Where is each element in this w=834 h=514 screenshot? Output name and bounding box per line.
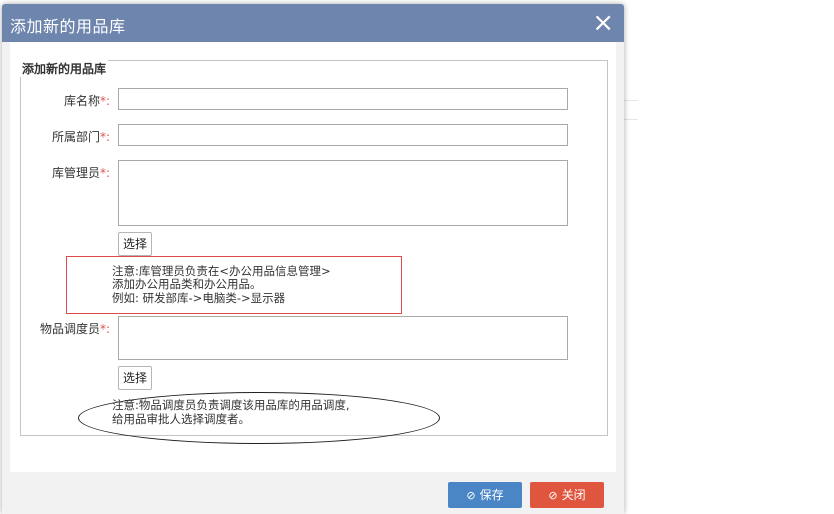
dialog-body: 添加新的用品库 库名称*: 所属部门*: 库管理员*: 选择 注意:库管理员负责… [10,42,616,472]
close-icon[interactable]: × [592,10,614,36]
library-name-input[interactable] [118,88,568,110]
select-dispatcher-button[interactable]: 选择 [118,366,152,390]
add-library-dialog: 添加新的用品库 × 添加新的用品库 库名称*: 所属部门*: 库管理员*: 选择… [2,4,624,514]
manager-note-line: 添加办公用品类和办公用品。 [112,277,262,291]
required-mark: *: [99,94,110,108]
required-mark: *: [99,130,110,144]
form-fieldset [20,60,608,436]
library-manager-textarea[interactable] [118,160,568,226]
required-mark: *: [99,322,110,336]
dispatcher-label: 物品调度员*: [39,322,110,336]
department-input[interactable] [118,124,568,146]
dispatcher-note-line: 注意:物品调度员负责调度该用品库的用品调度, [112,398,350,412]
background-area [624,0,834,514]
dialog-titlebar: 添加新的用品库 × [2,4,624,42]
save-button[interactable]: ⊘ 保存 [448,482,522,508]
dispatcher-note-line: 给用品审批人选择调度者。 [112,412,250,426]
library-name-label: 库名称*: [63,94,110,108]
select-manager-button[interactable]: 选择 [118,232,152,256]
save-icon: ⊘ [466,489,476,502]
manager-note-line: 例如: 研发部库->电脑类->显示器 [112,291,286,305]
manager-note-line: 注意:库管理员负责在<办公用品信息管理> [112,264,331,278]
close-button[interactable]: ⊘ 关闭 [530,482,604,508]
dialog-footer: ⊘ 保存 ⊘ 关闭 [2,472,624,514]
background-divider [624,119,638,120]
dialog-title: 添加新的用品库 [10,17,126,36]
close-button-label: 关闭 [561,488,586,502]
required-mark: *: [99,166,110,180]
background-divider [624,100,638,101]
library-manager-label: 库管理员*: [51,166,110,180]
form-legend: 添加新的用品库 [20,60,109,77]
department-label: 所属部门*: [51,130,110,144]
ban-icon: ⊘ [548,489,558,502]
dispatcher-textarea[interactable] [118,316,568,360]
save-button-label: 保存 [479,488,504,502]
